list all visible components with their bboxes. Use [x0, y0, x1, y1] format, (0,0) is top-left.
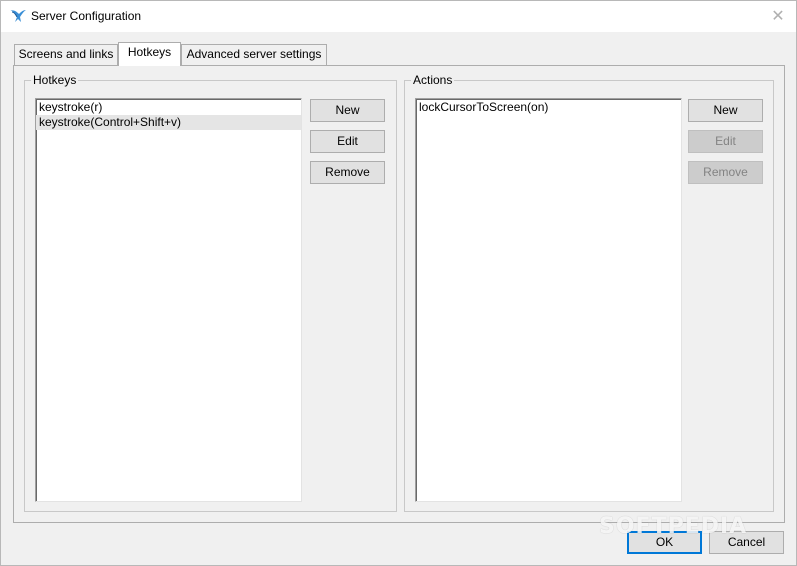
hotkey-list-item-selected[interactable]: keystroke(Control+Shift+v)	[36, 115, 301, 130]
actions-list[interactable]: lockCursorToScreen(on)	[415, 98, 682, 502]
server-configuration-dialog: Server Configuration ✕ Screens and links…	[0, 0, 797, 566]
window-title: Server Configuration	[31, 9, 142, 23]
ok-button[interactable]: OK	[627, 531, 702, 554]
close-icon[interactable]: ✕	[768, 7, 788, 27]
tab-hotkeys[interactable]: Hotkeys	[118, 42, 181, 66]
hotkey-edit-button[interactable]: Edit	[310, 130, 385, 153]
action-new-button[interactable]: New	[688, 99, 763, 122]
hotkeys-group-label: Hotkeys	[31, 73, 79, 87]
actions-group-label: Actions	[411, 73, 455, 87]
tab-pane-hotkeys: Hotkeys keystroke(r) keystroke(Control+S…	[13, 65, 785, 523]
hotkey-new-button[interactable]: New	[310, 99, 385, 122]
cancel-button[interactable]: Cancel	[709, 531, 784, 554]
synergy-app-icon	[10, 10, 26, 22]
tab-advanced-server-settings[interactable]: Advanced server settings	[181, 44, 327, 65]
action-edit-button[interactable]: Edit	[688, 130, 763, 153]
hotkeys-group: Hotkeys keystroke(r) keystroke(Control+S…	[24, 73, 397, 512]
title-bar: Server Configuration ✕	[1, 1, 796, 32]
tab-screens-and-links[interactable]: Screens and links	[14, 44, 118, 65]
hotkey-list-item[interactable]: keystroke(r)	[36, 100, 301, 115]
hotkeys-list[interactable]: keystroke(r) keystroke(Control+Shift+v)	[35, 98, 302, 502]
action-list-item[interactable]: lockCursorToScreen(on)	[416, 100, 681, 115]
action-remove-button[interactable]: Remove	[688, 161, 763, 184]
hotkey-remove-button[interactable]: Remove	[310, 161, 385, 184]
actions-group: Actions lockCursorToScreen(on) New Edit …	[404, 73, 774, 512]
